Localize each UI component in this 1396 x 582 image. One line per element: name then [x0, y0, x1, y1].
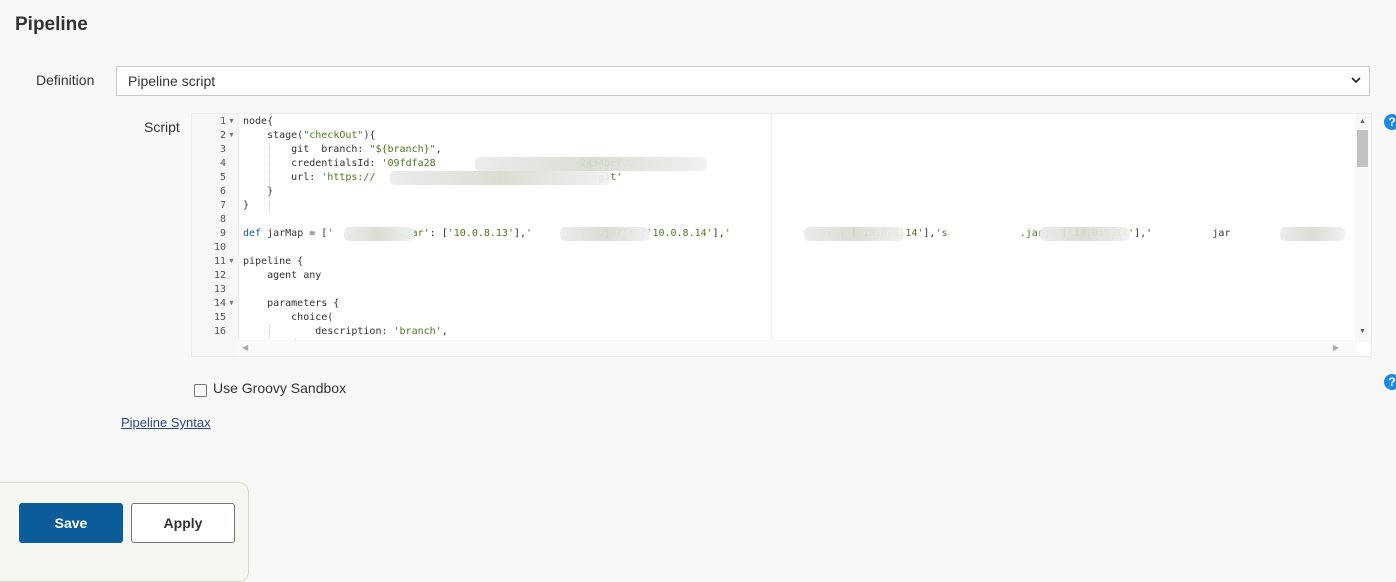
line-number: 10 — [213, 242, 226, 253]
line-number: 9 — [219, 228, 226, 239]
code-line: 12 agent any — [192, 269, 1355, 283]
line-number: 17 — [192, 339, 226, 340]
definition-select[interactable]: Pipeline script — [116, 66, 1370, 96]
section-title: Pipeline — [15, 14, 88, 35]
code-line: 4 credentialsId: '09fdfa28 2434be7', — [192, 157, 1355, 171]
code-line: 3 git branch: "${branch}", — [192, 143, 1355, 157]
fold-toggle-icon[interactable]: ▼ — [228, 115, 235, 129]
save-button[interactable]: Save — [19, 503, 123, 543]
indent-guide — [269, 325, 270, 340]
apply-button[interactable]: Apply — [131, 503, 235, 543]
code-text: pipeline { — [243, 256, 304, 267]
fold-toggle-icon[interactable]: ▼ — [228, 129, 235, 143]
code-text: parameters { — [243, 298, 340, 309]
scroll-down-icon[interactable]: ▼ — [1359, 328, 1366, 335]
code-line: 10 — [192, 241, 1355, 255]
code-text: choice( — [243, 312, 334, 323]
definition-label: Definition — [36, 72, 95, 88]
fold-toggle-icon[interactable]: ▼ — [228, 255, 235, 269]
code-line: 7} — [192, 199, 1355, 213]
code-line: 14 ▼ parameters { — [192, 297, 1355, 311]
vertical-scrollbar[interactable]: ▲ ▼ — [1355, 114, 1371, 342]
scroll-left-icon[interactable]: ◀ — [242, 343, 248, 352]
groovy-sandbox-label[interactable]: Use Groovy Sandbox — [213, 380, 346, 396]
code-line: 2 ▼ stage("checkOut"){ — [192, 129, 1355, 143]
help-icon[interactable]: ? — [1384, 114, 1396, 130]
scroll-right-icon[interactable]: ▶ — [1333, 343, 1339, 352]
code-text: description: 'branch', — [243, 326, 448, 337]
line-number: 12 — [213, 270, 226, 281]
code-line: 11 ▼ pipeline { — [192, 255, 1355, 269]
fold-toggle-icon[interactable]: ▼ — [228, 297, 235, 311]
redaction-blur — [560, 227, 650, 241]
line-number: 6 — [219, 186, 226, 197]
line-number: 15 — [213, 312, 226, 323]
code-text: } — [243, 200, 250, 211]
code-line: 15 choice( — [192, 311, 1355, 325]
line-number: 2 — [219, 130, 226, 141]
chevron-down-icon — [1351, 77, 1361, 84]
redaction-blur — [475, 157, 707, 171]
line-number: 5 — [219, 172, 226, 183]
definition-select-value: Pipeline script — [128, 73, 216, 89]
line-number: 7 — [219, 200, 226, 211]
sandbox-help-icon[interactable]: ? — [1384, 374, 1396, 390]
script-label: Script — [144, 119, 180, 135]
scrollbar-thumb[interactable] — [1357, 130, 1368, 167]
redaction-blur — [1280, 227, 1345, 241]
pipeline-syntax-link[interactable]: Pipeline Syntax — [121, 415, 211, 430]
code-line: 1 ▼ node{ — [192, 115, 1355, 129]
groovy-sandbox-checkbox[interactable] — [194, 384, 207, 397]
line-number: 14 — [213, 298, 226, 309]
redaction-blur — [1040, 227, 1130, 241]
code-line: 8 — [192, 213, 1355, 227]
scroll-up-icon[interactable]: ▲ — [1359, 118, 1366, 125]
code-text: git branch: "${branch}", — [243, 144, 442, 155]
code-area[interactable]: 1 ▼ node{2 ▼ stage("checkOut"){3 git branch… — [192, 114, 1355, 340]
redaction-blur — [390, 171, 610, 185]
redaction-blur — [804, 227, 904, 241]
code-line: 5 url: 'https:// git' — [192, 171, 1355, 185]
code-line: 6 } — [192, 185, 1355, 199]
code-line: 16 description: 'branch', — [192, 325, 1355, 339]
code-text: node{ — [243, 116, 274, 127]
line-number: 3 — [219, 144, 226, 155]
line-number: 16 — [213, 326, 226, 337]
indent-guide — [269, 143, 270, 213]
script-editor[interactable]: 1 ▼ node{2 ▼ stage("checkOut"){3 git branch… — [191, 113, 1372, 357]
line-number: 1 — [219, 116, 226, 127]
code-text: stage("checkOut"){ — [243, 130, 376, 141]
line-number: 13 — [213, 284, 226, 295]
horizontal-scrollbar[interactable]: ◀ ▶ — [238, 340, 1357, 356]
code-line: 13 — [192, 283, 1355, 297]
line-number: 8 — [219, 214, 226, 225]
code-text: agent any — [243, 270, 322, 281]
line-number: 4 — [219, 158, 226, 169]
redaction-blur — [344, 227, 414, 241]
line-number: 11 — [213, 256, 226, 267]
